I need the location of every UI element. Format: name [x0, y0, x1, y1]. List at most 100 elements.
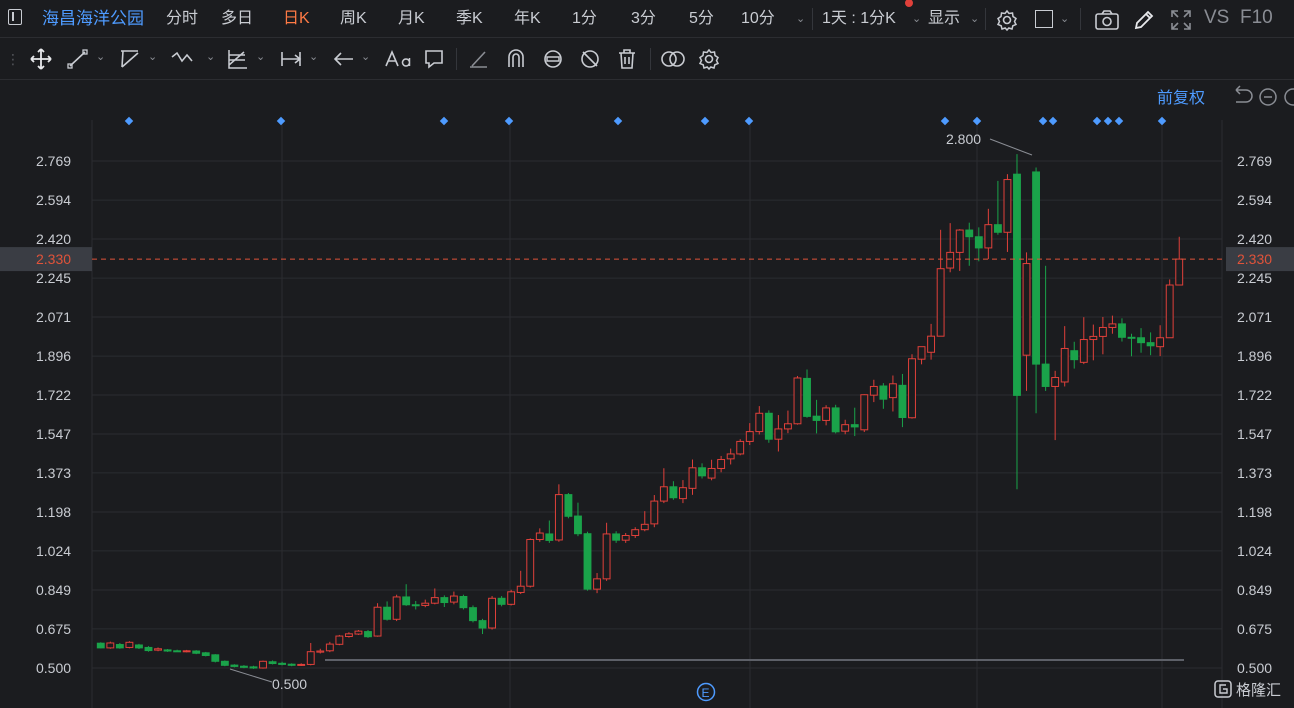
period-tab-yearly[interactable]: 年K [514, 9, 541, 29]
candle-body [115, 644, 124, 649]
y-tick-label-left: 2.769 [36, 153, 71, 169]
candle [373, 603, 382, 637]
measure-tool-icon[interactable] [279, 47, 303, 71]
interval-chevron-down-icon[interactable]: ⌄ [912, 12, 921, 25]
candle-body [421, 602, 430, 606]
arrow-tool-chevron-icon[interactable]: ⌄ [361, 50, 370, 63]
candle-body [1022, 263, 1031, 356]
candle [325, 641, 334, 653]
candle-body [1089, 335, 1098, 341]
candle [259, 660, 267, 669]
event-e-icon[interactable]: E [696, 682, 716, 702]
candle-body [554, 494, 563, 541]
candle-body [850, 424, 859, 428]
pencil-draw-icon[interactable] [1132, 8, 1156, 32]
magnet-icon[interactable] [504, 47, 528, 71]
channel-tool-icon[interactable] [118, 47, 142, 71]
candle [516, 570, 525, 595]
period-tab-5min[interactable]: 5分 [689, 9, 714, 29]
zoom-in-icon[interactable] [1284, 88, 1294, 106]
period-tab-3min[interactable]: 3分 [631, 9, 656, 29]
candle-body [1108, 323, 1117, 328]
candle-body [707, 467, 716, 479]
period-tab-daily[interactable]: 日K [283, 9, 310, 29]
comment-tool-icon[interactable] [422, 47, 446, 71]
fibonacci-tool-chevron-icon[interactable]: ⌄ [256, 50, 265, 63]
candle-body [679, 487, 687, 500]
text-tool-icon[interactable] [384, 47, 412, 71]
arrow-tool-icon[interactable] [332, 47, 356, 71]
event-diamond-marker [124, 116, 134, 126]
divider [650, 48, 651, 70]
candle [220, 660, 229, 667]
lock-drawing-icon[interactable] [541, 47, 565, 71]
period-tab-intraday[interactable]: 分时 [166, 9, 198, 29]
candle-body [526, 539, 535, 587]
hide-drawing-icon[interactable] [578, 47, 602, 71]
period-tab-10min[interactable]: 10分 [741, 9, 775, 29]
stock-name[interactable]: 海昌海洋公园 [42, 9, 144, 29]
candle [1079, 317, 1088, 365]
eraser-line-icon[interactable] [467, 47, 491, 71]
candle [201, 651, 210, 657]
f10-button[interactable]: F10 [1240, 8, 1273, 28]
candle-body [440, 597, 449, 604]
period-tab-weekly[interactable]: 周K [340, 9, 367, 29]
display-menu[interactable]: 显示 [928, 9, 960, 29]
candle [822, 405, 831, 426]
y-tick-label-right: 0.500 [1237, 660, 1272, 676]
candle-body [698, 467, 706, 477]
candle [478, 618, 487, 635]
candle [1127, 333, 1136, 357]
period-tab-monthly[interactable]: 月K [398, 9, 425, 29]
notification-dot [905, 0, 913, 7]
max-annotation-leader [989, 138, 1033, 156]
candle-body [640, 523, 649, 531]
period-tab-multiday[interactable]: 多日 [221, 9, 253, 29]
candle [106, 641, 115, 649]
event-diamond-marker [972, 116, 982, 126]
candle-body [774, 428, 783, 440]
kline-chart[interactable]: 2.769 2.594 2.420 2.245 2.071 1.896 1.722 1.547… [0, 80, 1294, 708]
overlay-compare-icon[interactable] [659, 47, 687, 71]
channel-tool-chevron-icon[interactable]: ⌄ [148, 50, 157, 63]
drag-handle-icon[interactable]: ⋮ [6, 51, 20, 68]
candle [841, 419, 850, 435]
drawing-settings-gear-icon[interactable] [697, 47, 721, 71]
candle-body [1118, 323, 1126, 338]
candle-body [602, 533, 611, 580]
candle-body [917, 346, 926, 360]
wave-tool-icon[interactable] [170, 47, 198, 71]
period-tab-1min[interactable]: 1分 [572, 9, 597, 29]
candle-body [993, 224, 1002, 233]
period-tab-quarterly[interactable]: 季K [456, 9, 483, 29]
candle [707, 459, 716, 481]
trash-icon[interactable] [615, 47, 639, 71]
svg-text:E: E [702, 686, 710, 700]
camera-icon[interactable] [1094, 8, 1120, 32]
layout-square-icon[interactable] [1035, 10, 1053, 28]
settings-gear-icon[interactable] [995, 8, 1019, 32]
interval-select[interactable]: 1天 : 1分K [822, 9, 896, 29]
fullscreen-icon[interactable] [1169, 8, 1193, 32]
wave-tool-chevron-icon[interactable]: ⌄ [206, 50, 215, 63]
zoom-out-icon[interactable] [1259, 88, 1277, 106]
sidebar-toggle-icon[interactable] [8, 9, 22, 25]
move-crosshair-icon[interactable] [29, 47, 53, 71]
vs-compare-button[interactable]: VS [1204, 8, 1229, 28]
candle-body [1079, 339, 1088, 363]
event-diamond-marker [1048, 116, 1058, 126]
line-tool-chevron-icon[interactable]: ⌄ [96, 50, 105, 63]
fibonacci-tool-icon[interactable] [226, 47, 250, 71]
candle [850, 407, 859, 437]
candle-body [879, 385, 888, 400]
layout-chevron-down-icon[interactable]: ⌄ [1060, 12, 1069, 25]
measure-tool-chevron-icon[interactable]: ⌄ [309, 50, 318, 63]
undo-icon[interactable] [1235, 85, 1253, 103]
candle-body [249, 666, 258, 669]
candle-body [908, 358, 916, 419]
adjust-mode-button[interactable]: 前复权 [1157, 89, 1205, 107]
line-tool-icon[interactable] [66, 47, 90, 71]
display-chevron-down-icon[interactable]: ⌄ [970, 12, 979, 25]
more-periods-chevron-icon[interactable]: ⌄ [796, 12, 805, 25]
